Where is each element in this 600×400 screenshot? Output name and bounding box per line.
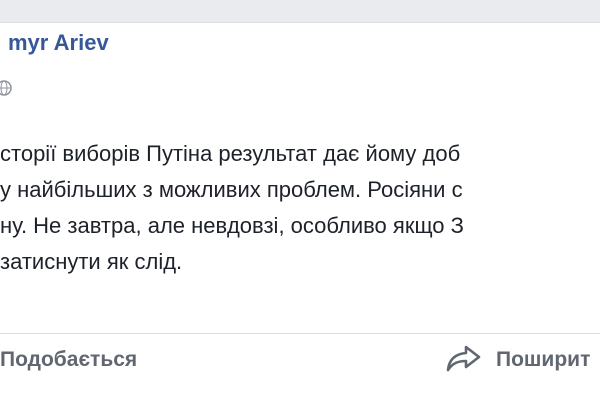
- actions-divider: [0, 333, 600, 334]
- post-author-name[interactable]: myr Ariev: [8, 30, 109, 56]
- post-body: сторії виборів Путіна результат дає йому…: [0, 136, 600, 280]
- post-text-line: сторії виборів Путіна результат дає йому…: [0, 141, 461, 166]
- post-text-line: у найбільших з можливих проблем. Росіяни…: [0, 177, 463, 202]
- like-label: Подобається: [0, 348, 138, 371]
- share-button[interactable]: Поширит: [446, 340, 590, 380]
- facebook-post-screenshot: myr Ariev сторії виборів Путіна результа…: [0, 0, 600, 400]
- share-arrow-icon: [446, 346, 481, 372]
- like-button[interactable]: Подобається: [0, 340, 137, 380]
- post-text-line: ну. Не завтра, але невдовзі, особливо як…: [0, 213, 464, 238]
- share-label: Поширит: [496, 348, 591, 371]
- post-text-line: затиснути як слід.: [0, 249, 183, 274]
- globe-icon[interactable]: [0, 80, 12, 96]
